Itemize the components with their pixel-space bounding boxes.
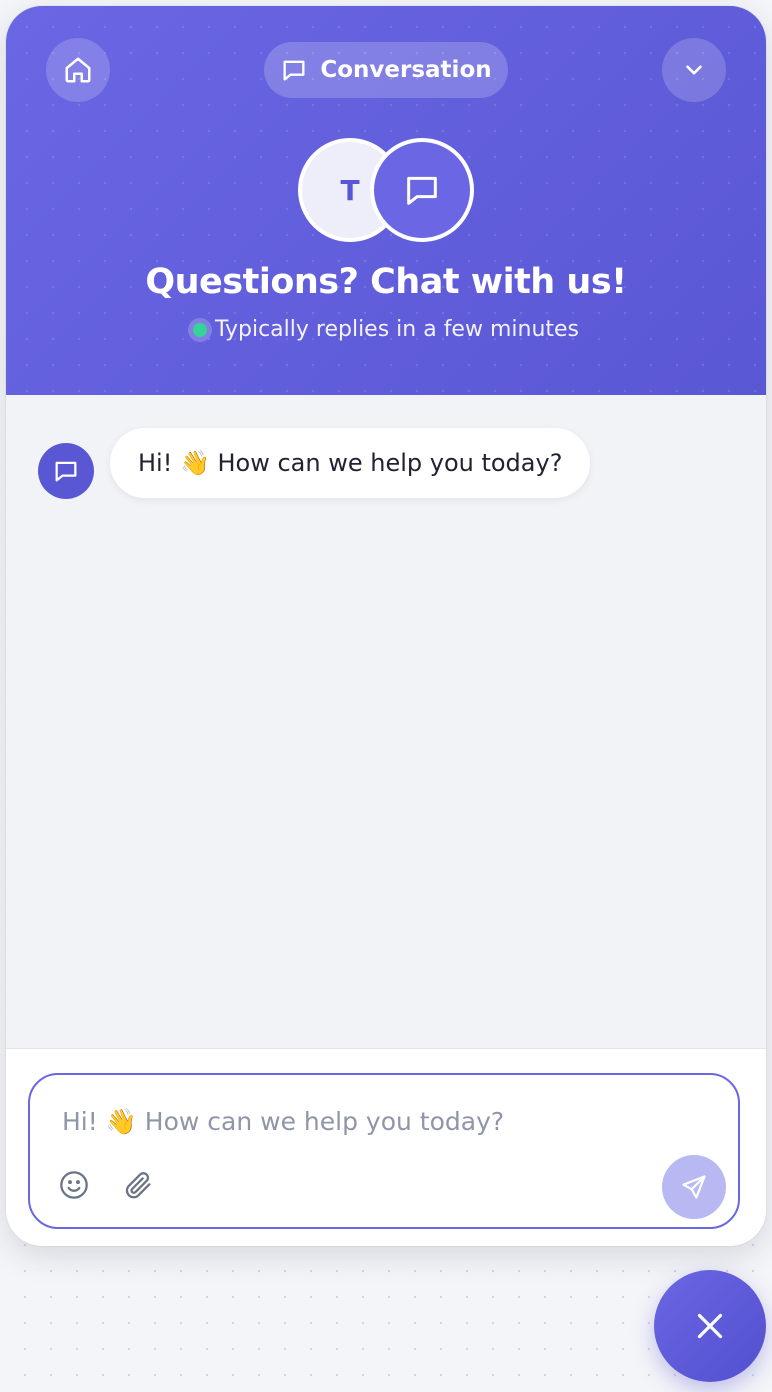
tab-conversation-label: Conversation [320, 57, 492, 83]
tab-conversation[interactable]: Conversation [264, 42, 508, 98]
home-button[interactable] [46, 38, 110, 102]
message-list: Hi! 👋 How can we help you today? [6, 395, 766, 1048]
collapse-button[interactable] [662, 38, 726, 102]
chat-bubble-icon [283, 60, 305, 81]
composer-area [6, 1048, 766, 1246]
online-status-dot [192, 322, 207, 337]
close-icon [697, 1313, 723, 1339]
emoji-smile-icon [60, 1171, 88, 1199]
close-chat-button[interactable] [654, 1270, 766, 1382]
reply-status-text: Typically replies in a few minutes [214, 317, 580, 342]
chevron-down-icon [686, 65, 702, 75]
send-button[interactable] [662, 1155, 726, 1219]
send-icon [682, 1175, 706, 1199]
bot-avatar [38, 443, 94, 499]
home-icon [65, 57, 91, 83]
message-composer [28, 1073, 740, 1229]
chat-bubble-icon [55, 461, 77, 482]
header-title: Questions? Chat with us! [145, 262, 627, 302]
emoji-button[interactable] [56, 1167, 92, 1203]
agent-avatar-initial: T [340, 173, 360, 207]
message-bubble: Hi! 👋 How can we help you today? [110, 428, 591, 498]
message-input[interactable] [62, 1099, 702, 1143]
chat-widget: Conversation T Questions? Chat with us! … [6, 6, 766, 1246]
chat-header: Conversation T Questions? Chat with us! … [6, 6, 766, 395]
chat-bubble-icon [407, 176, 437, 205]
bot-avatar-large [370, 138, 474, 242]
reply-status: Typically replies in a few minutes [6, 317, 766, 342]
attach-button[interactable] [120, 1167, 156, 1203]
paperclip-icon [125, 1172, 151, 1199]
agent-avatars: T [298, 138, 474, 242]
